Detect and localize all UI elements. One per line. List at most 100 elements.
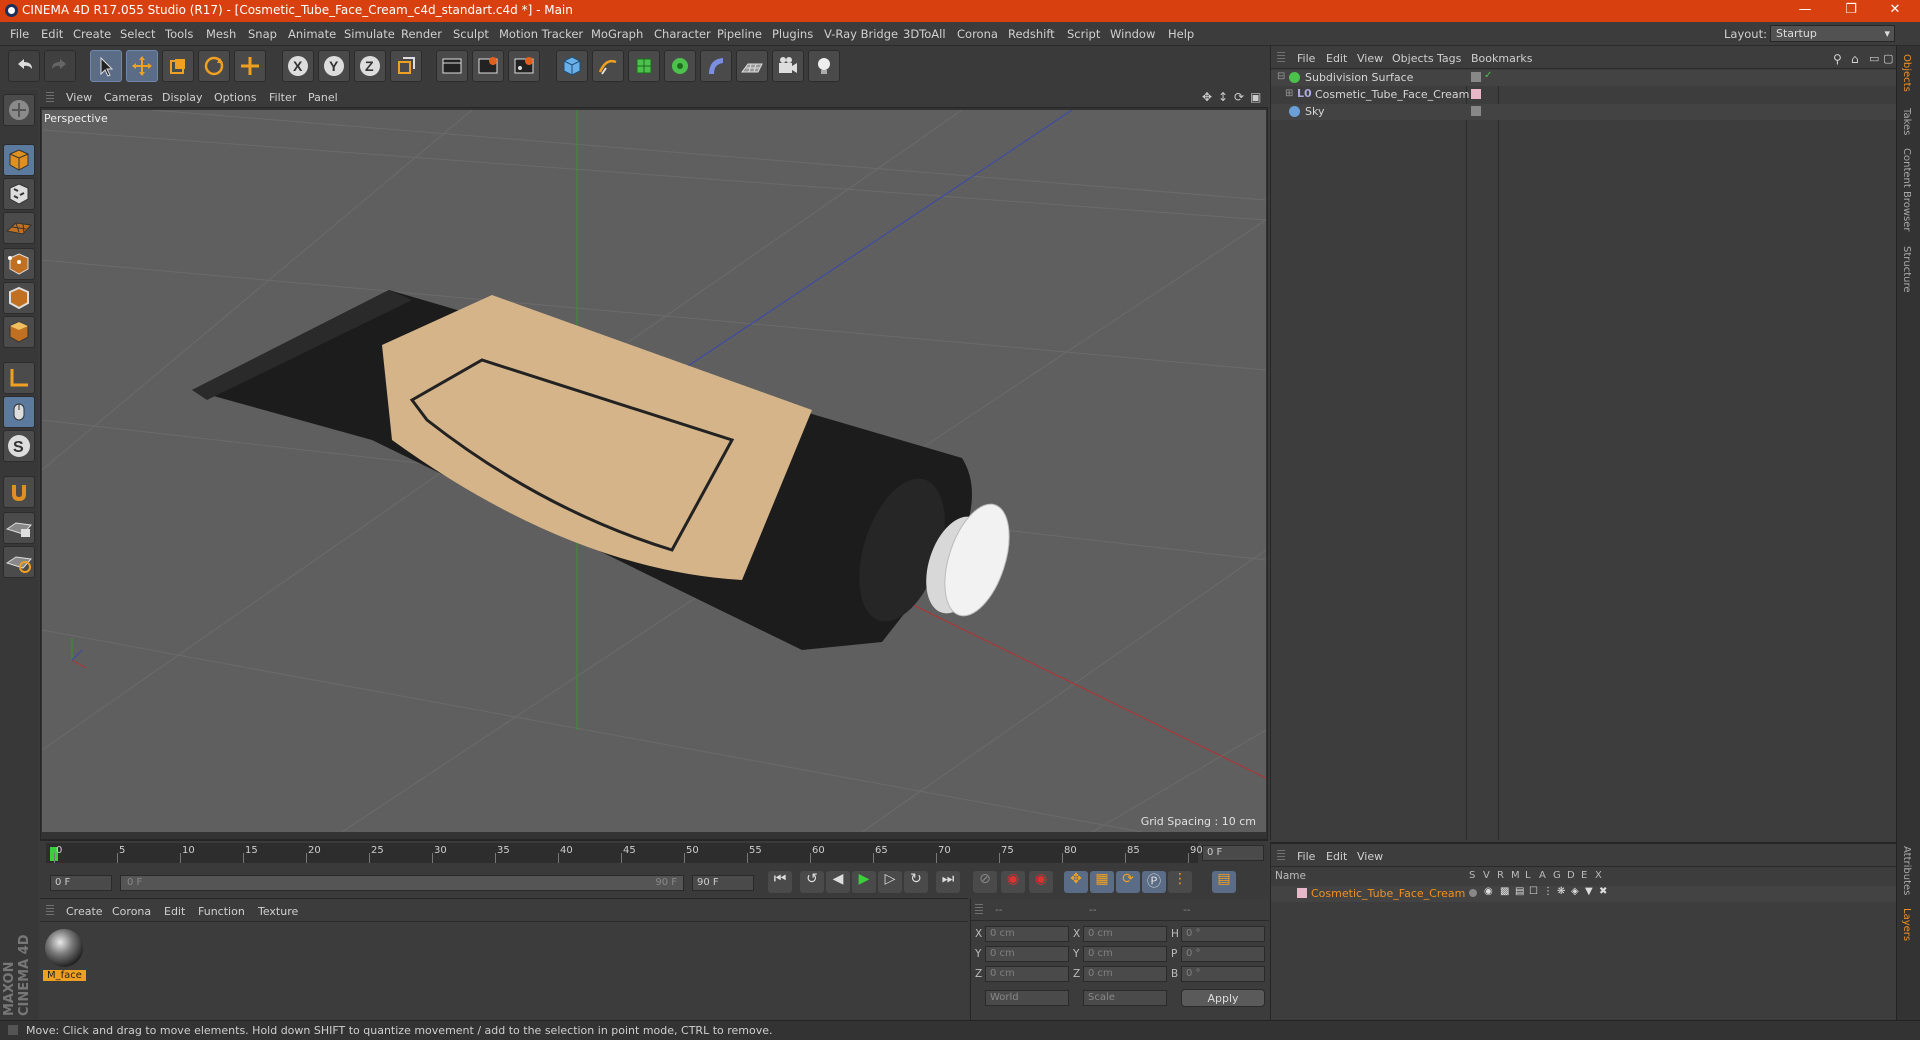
objects-menu-objects[interactable]: Objects [1392,52,1434,65]
model-mode-button[interactable] [3,144,35,176]
subdivision-surface-button[interactable] [628,50,660,82]
perspective-viewport[interactable]: Perspective Grid Spacing : 10 cm [42,110,1266,832]
timeline-layout-button[interactable]: ▤ [1212,871,1236,893]
texture-mode-button[interactable] [3,178,35,210]
grip-handle-icon[interactable] [975,904,983,916]
material-thumbnail[interactable] [43,927,85,969]
menu-edit[interactable]: Edit [41,27,63,41]
tweak-mode-button[interactable] [3,396,35,428]
layer-column-x[interactable]: X [1595,870,1602,881]
keyframe-selection-button[interactable]: ⊘ [973,871,997,893]
layer-column-d[interactable]: D [1567,870,1575,881]
menu-animate[interactable]: Animate [288,27,336,41]
object-row[interactable]: ⊞ L0 Cosmetic_Tube_Face_Cream [1271,87,1897,103]
grip-handle-icon[interactable] [1277,850,1285,862]
points-mode-button[interactable] [3,248,35,280]
grip-handle-icon[interactable] [46,905,54,917]
layout-dropdown[interactable]: Startup ▾ [1770,25,1895,42]
axis-mode-button[interactable] [3,362,35,394]
menu-plugins[interactable]: Plugins [772,27,813,41]
objects-menu-edit[interactable]: Edit [1326,52,1347,65]
collapse-toggle-icon[interactable]: ⊟ [1277,71,1285,82]
layer-column-r[interactable]: R [1497,870,1504,881]
play-button[interactable]: ▶ [852,871,876,893]
home-icon[interactable]: ⌂ [1851,52,1859,66]
tab-layers[interactable]: Layers [1901,908,1912,941]
polygons-mode-button[interactable] [3,316,35,348]
go-to-start-button[interactable]: ⏮ [768,871,792,893]
viewport-menu-cameras[interactable]: Cameras [104,91,153,104]
material-name[interactable]: M_face [43,970,86,981]
deformer-toggle-icon[interactable]: ◈ [1571,886,1579,897]
objects-menu-file[interactable]: File [1297,52,1315,65]
material-menu-texture[interactable]: Texture [258,905,298,918]
go-to-end-button[interactable]: ⏭ [936,871,960,893]
next-key-button[interactable]: ↻ [904,871,928,893]
key-scale-button[interactable]: ▦ [1090,871,1114,893]
viewport-menu-filter[interactable]: Filter [269,91,296,104]
objects-menu-view[interactable]: View [1357,52,1383,65]
visibility-toggle-icon[interactable] [1471,72,1481,82]
viewport-menu-options[interactable]: Options [214,91,256,104]
previous-key-button[interactable]: ↺ [800,871,824,893]
menu-script[interactable]: Script [1067,27,1100,41]
layers-menu-edit[interactable]: Edit [1326,850,1347,863]
grip-handle-icon[interactable] [46,92,54,104]
layers-menu-file[interactable]: File [1297,850,1315,863]
camera-object-button[interactable] [772,50,804,82]
tab-takes[interactable]: Takes [1901,108,1912,135]
manager-toggle-icon[interactable]: ▤ [1515,886,1524,897]
snap-button[interactable]: S [3,430,35,462]
workplane-mode-button[interactable] [3,212,35,244]
edges-mode-button[interactable] [3,282,35,314]
material-menu-create[interactable]: Create [66,905,103,918]
menu-help[interactable]: Help [1168,27,1194,41]
enabled-check-icon[interactable]: ✓ [1484,70,1492,81]
size-y-field[interactable]: 0 cm [1083,946,1167,962]
viewport-menu-display[interactable]: Display [162,91,203,104]
material-menu-corona[interactable]: Corona [112,905,151,918]
menu-motion-tracker[interactable]: Motion Tracker [499,27,583,41]
menu-mograph[interactable]: MoGraph [591,27,643,41]
menu-simulate[interactable]: Simulate [344,27,395,41]
menu-pipeline[interactable]: Pipeline [717,27,762,41]
object-name-subdivision[interactable]: Subdivision Surface [1305,71,1413,84]
tab-content-browser[interactable]: Content Browser [1901,148,1912,231]
menu-sculpt[interactable]: Sculpt [453,27,489,41]
layer-color-icon[interactable] [1297,888,1307,898]
z-axis-button[interactable]: Z [354,50,386,82]
generator-toggle-icon[interactable]: ❋ [1557,886,1565,897]
object-name-sky[interactable]: Sky [1305,105,1324,118]
workplane-lock-button[interactable] [3,512,35,544]
current-frame-field[interactable]: 0 F [1202,845,1264,861]
menu-snap[interactable]: Snap [248,27,277,41]
menu-tools[interactable]: Tools [165,27,193,41]
search-icon[interactable]: ⚲ [1833,52,1842,66]
tab-objects[interactable]: Objects [1901,54,1912,92]
key-pla-button[interactable]: ⋮ [1168,871,1192,893]
layer-name[interactable]: Cosmetic_Tube_Face_Cream [1311,887,1465,900]
visible-eye-icon[interactable]: ◉ [1484,886,1493,897]
objects-menu-tags[interactable]: Tags [1437,52,1461,65]
expand-icon[interactable]: ▢ [1883,52,1893,65]
close-button[interactable]: ✕ [1880,2,1910,20]
rot-p-field[interactable]: 0 ° [1181,946,1265,962]
viewport-move-icon[interactable]: ✥ [1202,90,1212,104]
workplane-rotate-button[interactable] [3,546,35,578]
material-menu-function[interactable]: Function [198,905,245,918]
viewport-dolly-icon[interactable]: ↕ [1218,90,1228,104]
animation-toggle-icon[interactable]: ⋮ [1543,886,1553,897]
layer-column-m[interactable]: M [1511,870,1520,881]
apply-button[interactable]: Apply [1181,989,1265,1007]
objects-menu-bookmarks[interactable]: Bookmarks [1471,52,1532,65]
start-frame-field[interactable]: 0 F [50,875,112,891]
layer-column-s[interactable]: S [1469,870,1475,881]
redo-button[interactable] [44,50,76,82]
previous-frame-button[interactable]: ◀ [826,871,850,893]
timeline-ruler[interactable]: 0 5 10 15 20 25 30 35 40 45 50 55 60 65 70 75 80 85 90 [46,843,1203,863]
spline-pen-button[interactable] [592,50,624,82]
menu-vray-bridge[interactable]: V-Ray Bridge [824,27,898,41]
menu-window[interactable]: Window [1110,27,1155,41]
restore-button[interactable]: ❐ [1836,2,1866,20]
tab-structure[interactable]: Structure [1901,246,1912,293]
